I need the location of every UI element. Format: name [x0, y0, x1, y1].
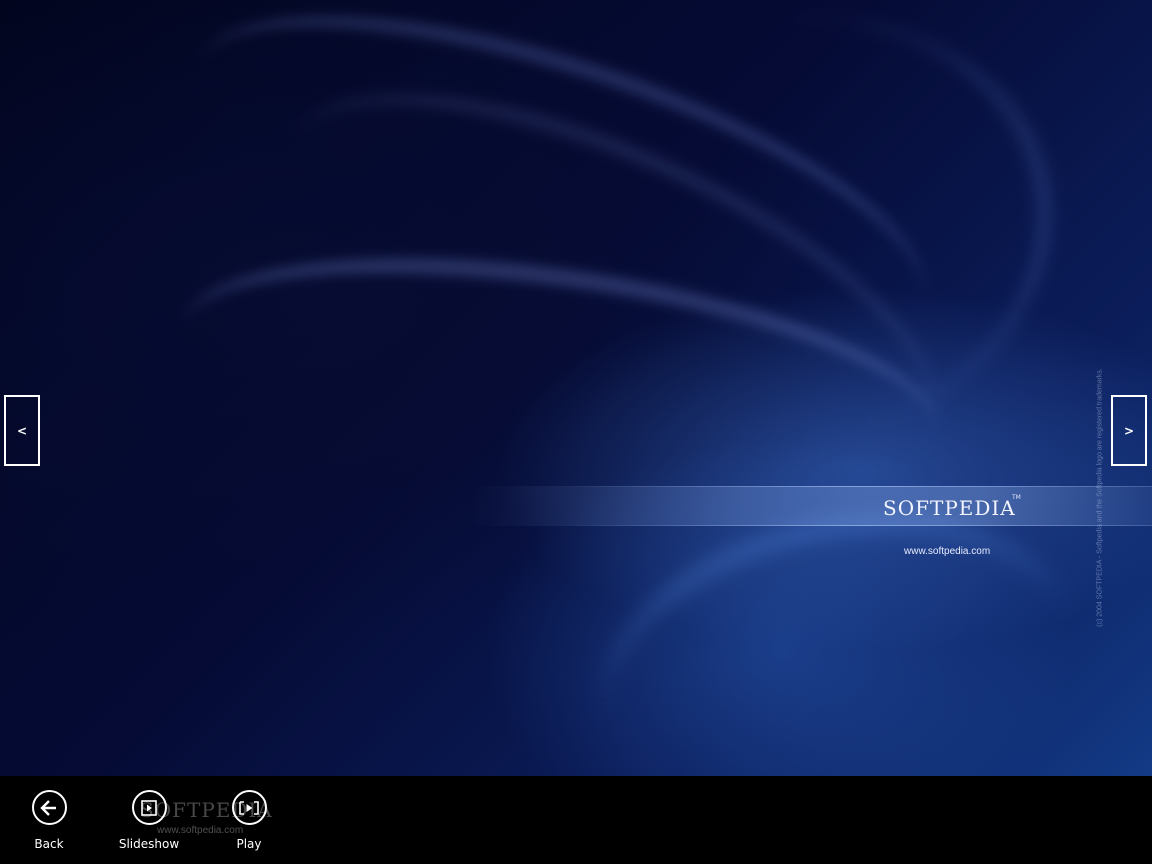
light-streak — [235, 19, 985, 551]
play-button[interactable]: Play — [199, 790, 299, 860]
app-bar: SOFTPEDIA www.softpedia.com Back Slidesh… — [0, 776, 1152, 864]
light-streak — [160, 0, 960, 416]
copyright-note: (c) 2004 SOFTPEDIA - Softpedia and the S… — [1096, 368, 1104, 627]
slideshow-icon — [141, 799, 157, 816]
previous-image-button[interactable]: < — [4, 395, 40, 466]
image-viewer: SOFTPEDIA TM www.softpedia.com (c) 2004 … — [0, 0, 1152, 776]
back-arrow-icon — [40, 799, 56, 816]
back-button[interactable]: Back — [0, 790, 99, 860]
wallpaper-image: SOFTPEDIA TM www.softpedia.com (c) 2004 … — [0, 0, 1152, 776]
band-divider — [560, 486, 1152, 487]
next-arrow-label: > — [1123, 423, 1135, 438]
slideshow-button-circle — [131, 790, 167, 825]
slideshow-button[interactable]: Slideshow — [99, 790, 199, 860]
light-streak — [487, 0, 1085, 484]
play-button-circle — [231, 790, 267, 825]
previous-arrow-label: < — [16, 423, 28, 438]
next-image-button[interactable]: > — [1111, 395, 1147, 466]
band-divider — [560, 525, 1152, 526]
slideshow-button-label: Slideshow — [118, 837, 180, 851]
logo-band — [470, 486, 1152, 526]
play-button-label: Play — [236, 837, 262, 851]
play-icon — [239, 800, 259, 815]
softpedia-logo-text: SOFTPEDIA — [883, 496, 1016, 520]
back-button-circle — [31, 790, 67, 825]
back-button-label: Back — [34, 837, 64, 851]
trademark-mark: TM — [1012, 494, 1021, 501]
softpedia-url-text: www.softpedia.com — [904, 546, 991, 557]
